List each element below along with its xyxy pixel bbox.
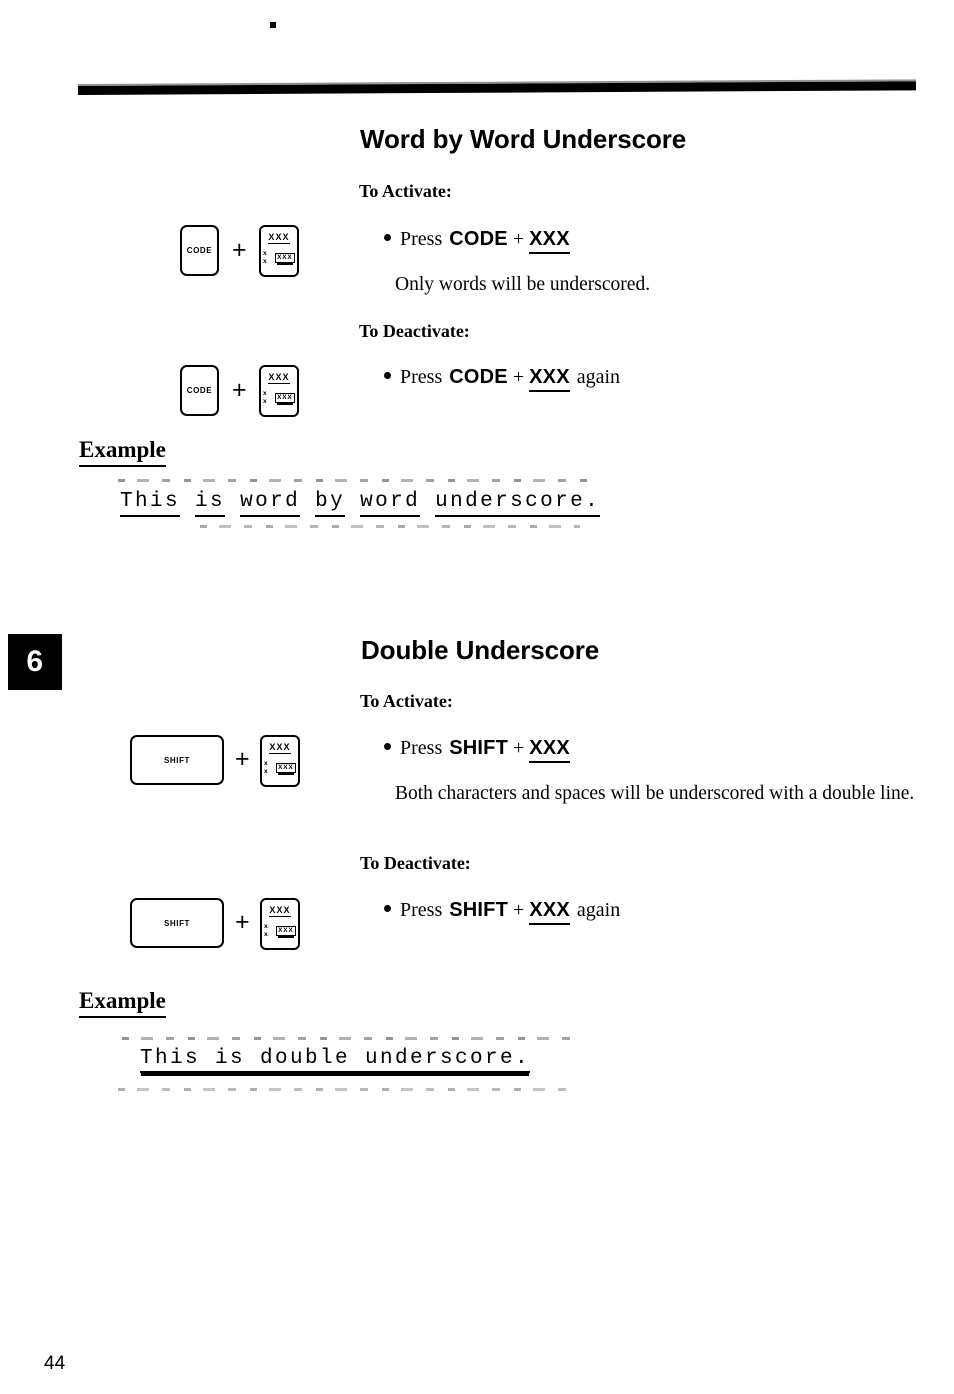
key-xxx-label: XXX [529, 899, 570, 925]
example-word: This [120, 490, 181, 517]
underscore-keycap-bottom-legend: x x XXX [264, 760, 296, 776]
example-word: underscore. [435, 490, 601, 517]
plus-label: + [513, 899, 525, 921]
key-shift-label: SHIFT [449, 737, 509, 759]
plus-label: + [513, 737, 525, 759]
key-xxx-label: XXX [529, 366, 570, 392]
scan-noise-band [200, 525, 580, 528]
key-shift-label: SHIFT [449, 899, 509, 921]
to-activate-heading-1: To Activate: [359, 181, 452, 201]
underscore-keycap-top-legend: XXX [268, 372, 290, 384]
scan-noise-band [118, 479, 588, 482]
activate-bullet-2: Press SHIFT + XXX [384, 737, 570, 763]
underscore-keycap: XXX x x XXX [260, 735, 300, 787]
underscore-keycap: XXX x x XXX [259, 225, 299, 277]
to-deactivate-heading-2: To Deactivate: [360, 853, 471, 873]
activate-note-2: Both characters and spaces will be under… [395, 783, 915, 804]
shift-keycap-label: SHIFT [163, 918, 191, 928]
page-number: 44 [44, 1353, 66, 1374]
key-code-label: CODE [449, 228, 508, 250]
underscore-keycap-bottom-legend: x x XXX [264, 923, 296, 939]
underscore-keycap-top-legend: XXX [269, 905, 291, 917]
plus-symbol: + [235, 745, 250, 773]
again-label: again [576, 366, 621, 388]
code-keycap-label: CODE [186, 246, 213, 255]
to-deactivate-heading-1: To Deactivate: [359, 321, 470, 341]
example-word: by [315, 490, 346, 517]
plus-label: + [512, 228, 525, 250]
document-page: Word by Word Underscore To Activate: COD… [0, 0, 954, 1394]
deactivate-bullet-1: Press CODE + XXX again [384, 366, 620, 392]
code-keycap: CODE [180, 365, 219, 416]
press-label: Press [400, 366, 443, 388]
plus-symbol: + [232, 376, 247, 404]
deactivate-bullet-2: Press SHIFT + XXX again [384, 899, 620, 925]
underscore-keycap-top-legend: XXX [269, 742, 291, 754]
code-keycap-label: CODE [186, 386, 213, 395]
section-title-word-by-word: Word by Word Underscore [360, 124, 687, 154]
chapter-tab: 6 [8, 634, 62, 690]
code-keycap: CODE [180, 225, 219, 276]
scan-noise-band [122, 1037, 570, 1040]
plus-label: + [512, 366, 525, 388]
key-xxx-label: XXX [529, 228, 570, 254]
underscore-keycap: XXX x x XXX [260, 898, 300, 950]
bullet-dot-icon [384, 234, 391, 241]
example-word: word [360, 490, 421, 517]
press-label: Press [400, 737, 443, 759]
bullet-dot-icon [384, 905, 391, 912]
bullet-dot-icon [384, 743, 391, 750]
key-combo-shift-xxx-activate: SHIFT + XXX x x XXX [130, 734, 310, 788]
underscore-keycap-bottom-legend: x x XXX [263, 250, 295, 266]
press-label: Press [400, 899, 443, 921]
again-label: again [576, 899, 621, 921]
underscore-keycap-bottom-legend: x x XXX [263, 390, 295, 406]
to-activate-heading-2: To Activate: [360, 691, 453, 711]
example-label-2: Example [79, 988, 166, 1018]
header-rule [77, 81, 917, 95]
bullet-dot-icon [384, 372, 391, 379]
key-code-label: CODE [449, 366, 508, 388]
activate-bullet-1: Press CODE + XXX [384, 228, 570, 254]
activate-note-1: Only words will be underscored. [395, 274, 651, 295]
shift-keycap: SHIFT [130, 898, 224, 948]
example-sample-word-by-word: This is word by word underscore. [120, 490, 601, 517]
plus-symbol: + [232, 236, 247, 264]
key-combo-code-xxx-deactivate: CODE + XXX x x XXX [180, 364, 310, 418]
key-combo-code-xxx-activate: CODE + XXX x x XXX [180, 224, 310, 278]
plus-symbol: + [235, 908, 250, 936]
scan-noise-band [118, 1088, 570, 1091]
example-label-1: Example [79, 437, 166, 467]
press-label: Press [400, 228, 443, 250]
example-word: is [195, 490, 226, 517]
scan-artifact-dot [270, 22, 276, 28]
shift-keycap: SHIFT [130, 735, 224, 785]
key-xxx-label: XXX [529, 737, 570, 763]
key-combo-shift-xxx-deactivate: SHIFT + XXX x x XXX [130, 897, 310, 951]
underscore-keycap: XXX x x XXX [259, 365, 299, 417]
shift-keycap-label: SHIFT [163, 755, 191, 765]
example-text: This is double underscore. [140, 1047, 531, 1073]
section-title-double-underscore: Double Underscore [361, 635, 600, 665]
underscore-keycap-top-legend: XXX [268, 232, 290, 244]
example-word: word [240, 490, 301, 517]
example-sample-double-underscore: This is double underscore. [140, 1047, 531, 1073]
